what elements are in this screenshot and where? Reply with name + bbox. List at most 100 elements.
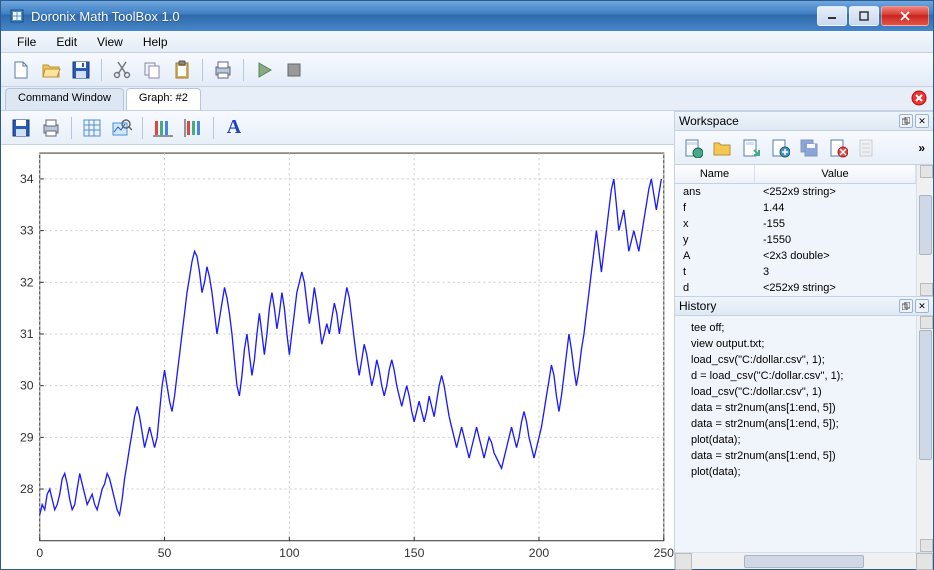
graph-toolbar: A [1, 111, 674, 145]
ws-var-name: x [675, 217, 755, 231]
workspace-undock-icon[interactable] [899, 114, 913, 128]
workspace-toolbar: » [675, 131, 933, 165]
minimize-button[interactable] [817, 6, 847, 26]
table-row[interactable]: y-1550 [675, 232, 916, 248]
workspace-label: Workspace [679, 114, 897, 128]
ws-var-name: y [675, 233, 755, 247]
open-folder-icon[interactable] [37, 56, 65, 84]
print-icon[interactable] [209, 56, 237, 84]
ws-clear-icon[interactable] [853, 134, 881, 162]
ws-var-value: 1.44 [755, 201, 916, 215]
history-vscrollbar[interactable] [916, 316, 933, 552]
zoom-plot-icon[interactable] [108, 114, 136, 142]
ws-var-name: t [675, 265, 755, 279]
ws-var-value: -155 [755, 217, 916, 231]
ws-new-var-icon[interactable] [679, 134, 707, 162]
ws-var-name: f [675, 201, 755, 215]
menu-file[interactable]: File [7, 32, 46, 52]
svg-text:34: 34 [20, 172, 34, 186]
table-row[interactable]: A<2x3 double> [675, 248, 916, 264]
plot-area[interactable]: 28293031323334050100150200250 [1, 145, 674, 569]
menu-view[interactable]: View [87, 32, 133, 52]
ws-open-icon[interactable] [708, 134, 736, 162]
svg-text:250: 250 [654, 546, 674, 560]
ws-var-name: A [675, 249, 755, 263]
menu-help[interactable]: Help [133, 32, 178, 52]
menu-edit[interactable]: Edit [46, 32, 87, 52]
history-line[interactable]: load_csv("C:/dollar.csv", 1); [691, 352, 912, 368]
table-row[interactable]: f1.44 [675, 200, 916, 216]
ws-var-name: ans [675, 185, 755, 199]
history-line[interactable]: plot(data); [691, 464, 912, 480]
line-chart: 28293031323334050100150200250 [1, 145, 674, 569]
workspace-scrollbar[interactable] [916, 165, 933, 296]
history-line[interactable]: data = str2num(ans[1:end, 5]); [691, 416, 912, 432]
tab-graph[interactable]: Graph: #2 [126, 88, 201, 110]
ws-var-value: <2x3 double> [755, 249, 916, 263]
history-line[interactable]: load_csv("C:/dollar.csv", 1) [691, 384, 912, 400]
ws-delete-icon[interactable] [824, 134, 852, 162]
xaxis-icon[interactable] [149, 114, 177, 142]
history-line[interactable]: data = str2num(ans[1:end, 5]) [691, 448, 912, 464]
save-icon[interactable] [67, 56, 95, 84]
svg-text:50: 50 [158, 546, 172, 560]
copy-icon[interactable] [138, 56, 166, 84]
tab-close-icon[interactable] [911, 90, 927, 106]
table-row[interactable]: d<252x9 string> [675, 280, 916, 296]
history-line[interactable]: plot(data); [691, 432, 912, 448]
ws-overflow-icon[interactable]: » [914, 141, 929, 155]
history-label: History [679, 299, 897, 313]
history-line[interactable]: tee off; [691, 320, 912, 336]
ws-save-icon[interactable] [766, 134, 794, 162]
svg-text:33: 33 [20, 224, 34, 238]
menubar: File Edit View Help [1, 31, 933, 53]
save-plot-icon[interactable] [7, 114, 35, 142]
svg-text:200: 200 [529, 546, 550, 560]
ws-var-value: -1550 [755, 233, 916, 247]
svg-text:30: 30 [20, 379, 34, 393]
svg-text:29: 29 [20, 430, 34, 444]
history-line[interactable]: view output.txt; [691, 336, 912, 352]
history-line[interactable]: data = str2num(ans[1:end, 5]) [691, 400, 912, 416]
svg-text:0: 0 [36, 546, 43, 560]
titlebar: Doronix Math ToolBox 1.0 [1, 1, 933, 31]
ws-var-value: <252x9 string> [755, 185, 916, 199]
table-row[interactable]: t3 [675, 264, 916, 280]
cut-icon[interactable] [108, 56, 136, 84]
grid-icon[interactable] [78, 114, 106, 142]
app-icon [9, 8, 25, 24]
history-undock-icon[interactable] [899, 299, 913, 313]
tab-command-window[interactable]: Command Window [5, 88, 124, 110]
ws-saveall-icon[interactable] [795, 134, 823, 162]
history-hscrollbar[interactable] [675, 552, 933, 569]
workspace-close-icon[interactable]: ✕ [915, 114, 929, 128]
new-file-icon[interactable] [7, 56, 35, 84]
maximize-button[interactable] [849, 6, 879, 26]
annotate-text-icon[interactable]: A [220, 114, 248, 142]
ws-var-value: <252x9 string> [755, 281, 916, 295]
history-panel-header: History ✕ [675, 296, 933, 316]
history-close-icon[interactable]: ✕ [915, 299, 929, 313]
yaxis-icon[interactable] [179, 114, 207, 142]
workspace-table-body: ans<252x9 string>f1.44x-155y-1550A<2x3 d… [675, 184, 916, 296]
history-body[interactable]: tee off;view output.txt;load_csv("C:/dol… [675, 316, 916, 552]
print-plot-icon[interactable] [37, 114, 65, 142]
ws-col-name[interactable]: Name [675, 165, 755, 183]
paste-icon[interactable] [168, 56, 196, 84]
table-row[interactable]: ans<252x9 string> [675, 184, 916, 200]
history-line[interactable]: d = load_csv("C:/dollar.csv", 1); [691, 368, 912, 384]
ws-col-value[interactable]: Value [755, 165, 916, 183]
ws-var-name: d [675, 281, 755, 295]
stop-icon[interactable] [280, 56, 308, 84]
run-icon[interactable] [250, 56, 278, 84]
svg-text:28: 28 [20, 482, 34, 496]
close-button[interactable] [881, 6, 929, 26]
svg-text:100: 100 [279, 546, 300, 560]
svg-text:150: 150 [404, 546, 425, 560]
table-row[interactable]: x-155 [675, 216, 916, 232]
ws-var-value: 3 [755, 265, 916, 279]
ws-import-icon[interactable] [737, 134, 765, 162]
tab-row: Command Window Graph: #2 [1, 87, 933, 111]
svg-text:32: 32 [20, 275, 34, 289]
window-title: Doronix Math ToolBox 1.0 [31, 9, 817, 24]
